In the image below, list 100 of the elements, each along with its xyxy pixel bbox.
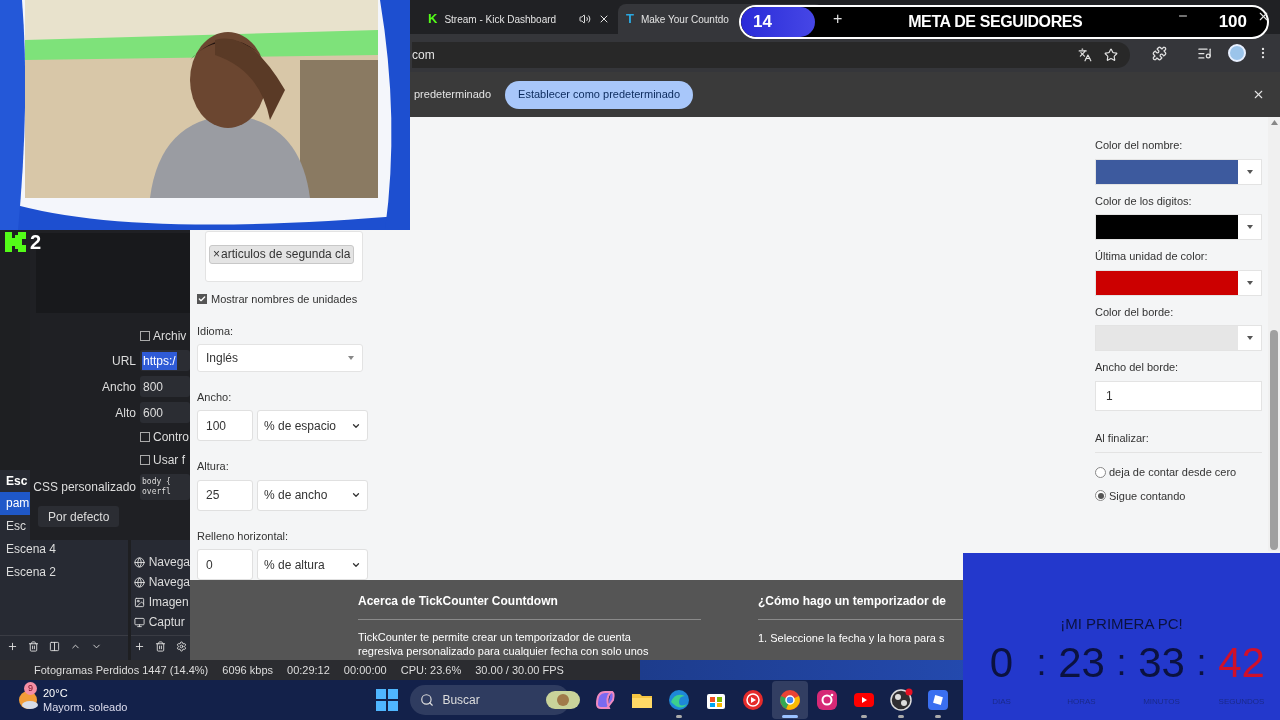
unit-label: SEGUNDOS	[1218, 695, 1265, 708]
scene-item[interactable]: Escena 2	[0, 561, 128, 584]
time-separator: :	[1115, 640, 1128, 685]
logo-icon	[5, 232, 27, 252]
close-icon[interactable]	[1252, 88, 1265, 101]
status-text: 30.00 / 30.00 FPS	[475, 662, 564, 678]
wave-icon	[667, 688, 692, 712]
color-picker[interactable]	[1095, 269, 1262, 296]
square-icon	[926, 688, 951, 712]
star-icon[interactable]	[1104, 48, 1118, 62]
scene-item[interactable]: Escena 4	[0, 538, 128, 561]
extensions-icon[interactable]	[1152, 45, 1167, 61]
text-field[interactable]: 600	[140, 402, 190, 423]
caret-icon	[348, 355, 354, 360]
caret-icon	[1246, 225, 1253, 229]
field-label: Última unidad de color:	[1095, 249, 1209, 264]
radio-option[interactable]: deja de contar desde cero	[1095, 464, 1262, 481]
play-circle-icon	[741, 688, 766, 712]
field-label: Color del borde:	[1095, 304, 1175, 320]
checkbox[interactable]	[140, 432, 150, 442]
delete-icon[interactable]	[154, 641, 166, 652]
add-icon[interactable]	[7, 641, 18, 652]
caret-icon	[1246, 169, 1253, 174]
caret-icon	[1246, 336, 1253, 340]
color-picker[interactable]	[1095, 214, 1262, 240]
monitor-icon	[133, 616, 145, 628]
weather-text: Mayorm. soleado	[43, 700, 128, 714]
section-heading: Acerca de TickCounter Countdown	[358, 592, 701, 620]
checkbox-label: Mostrar nombres de unidades	[211, 292, 358, 308]
field-label: Ancho:	[197, 389, 233, 405]
avatar-icon[interactable]	[1228, 44, 1246, 62]
record-icon	[889, 688, 914, 712]
color-picker[interactable]	[1095, 158, 1262, 185]
close-icon[interactable]	[598, 13, 610, 25]
checkbox[interactable]	[140, 455, 150, 465]
color-picker[interactable]	[1095, 325, 1262, 351]
status-text: 00:29:12	[287, 662, 330, 678]
unit-select[interactable]: % de altura	[257, 549, 368, 580]
number-field[interactable]: 100	[197, 410, 253, 441]
radio-option[interactable]: Sigue contando	[1095, 487, 1262, 504]
status-text: Fotogramas Perdidos 1447 (14.4%)	[34, 662, 209, 678]
field-label: Color del nombre:	[1095, 138, 1184, 153]
add-icon[interactable]	[133, 641, 145, 652]
browser-tab[interactable]: K Stream - Kick Dashboard	[420, 4, 618, 34]
media-icon[interactable]	[1197, 45, 1212, 61]
globe-icon	[133, 576, 145, 588]
text-field[interactable]: https:/	[140, 350, 190, 371]
scrollbar[interactable]	[1268, 117, 1280, 551]
countdown-digits: 0	[989, 639, 1014, 686]
countdown-digits: 33	[1138, 639, 1185, 686]
source-item[interactable]: Navega	[130, 572, 190, 592]
camera-icon	[815, 688, 840, 712]
speaker-icon[interactable]	[579, 13, 591, 25]
browser-icon	[778, 688, 803, 712]
source-item[interactable]: Imagen	[130, 592, 190, 612]
field-label: Altura:	[197, 459, 230, 474]
checkbox[interactable]	[197, 294, 207, 305]
language-select[interactable]: Inglés	[197, 344, 363, 372]
taskbar-app[interactable]	[772, 681, 809, 719]
default-button[interactable]: Por defecto	[38, 506, 120, 527]
number-field[interactable]: 1	[1095, 380, 1262, 411]
source-item[interactable]: Captur	[130, 612, 190, 632]
remove-tag[interactable]: ×	[213, 245, 220, 263]
time-separator: :	[1035, 640, 1048, 685]
countdown-digits: 23	[1058, 639, 1105, 686]
scroll-thumb[interactable]	[1270, 330, 1278, 550]
settings-icon[interactable]	[175, 641, 187, 652]
tab-favicon: T	[626, 10, 634, 29]
source-item[interactable]: Navega	[130, 552, 190, 572]
set-default-button[interactable]: Establecer como predeterminado	[505, 80, 694, 109]
logo-text: 2	[30, 232, 42, 252]
swirl-icon	[593, 688, 618, 712]
radio-button[interactable]	[1095, 466, 1106, 478]
unit-select[interactable]: % de espacio	[257, 410, 368, 441]
image-icon	[133, 596, 145, 608]
new-tab-button[interactable]: +	[823, 4, 853, 34]
checkbox-label: Archiv	[153, 328, 187, 345]
status-text: CPU: 23.6%	[400, 662, 462, 678]
field-label: Relleno horizontal:	[197, 528, 290, 544]
scroll-up-icon[interactable]	[1270, 120, 1278, 125]
unit-select[interactable]: % de ancho	[257, 479, 368, 511]
field-label: Ancho del borde:	[1095, 360, 1180, 375]
delete-icon[interactable]	[28, 641, 39, 652]
field-label: Alto	[115, 404, 136, 422]
search-icon	[420, 693, 435, 707]
unit-label: MINUTOS	[1143, 695, 1180, 708]
checkbox-label: Contro	[153, 429, 190, 446]
windows-logo-icon[interactable]	[376, 689, 399, 711]
field-label: Ancho	[101, 378, 136, 396]
temperature: 20°C	[43, 686, 69, 700]
url-field[interactable]: com	[412, 42, 1130, 68]
checkbox[interactable]	[140, 331, 150, 341]
translate-icon[interactable]	[1078, 48, 1092, 62]
number-field[interactable]: 0	[197, 549, 253, 580]
filter-icon[interactable]	[49, 641, 60, 652]
text-field[interactable]: 800	[140, 376, 190, 397]
number-field[interactable]: 25	[197, 479, 253, 511]
tags-box[interactable]: ×articulos de segunda cla	[205, 231, 363, 283]
radio-button[interactable]	[1095, 490, 1106, 502]
code-field[interactable]: body { overfl	[140, 474, 190, 500]
